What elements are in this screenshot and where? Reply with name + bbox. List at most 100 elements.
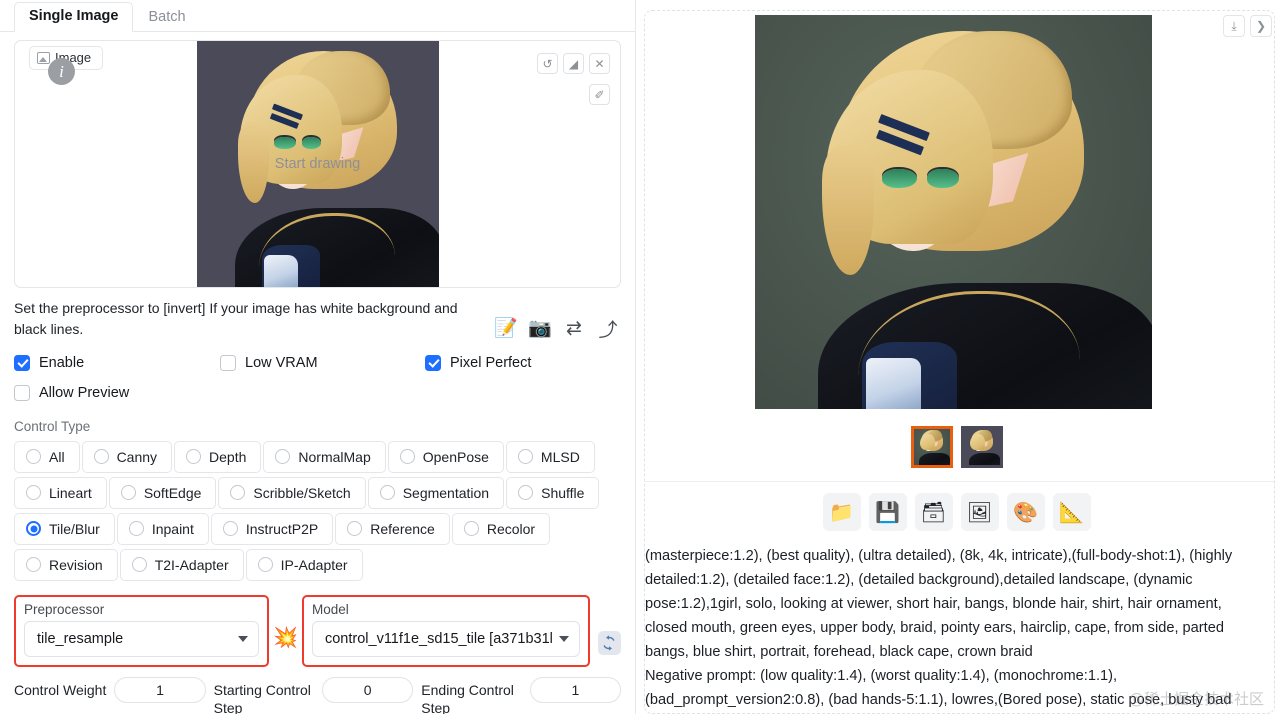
image-toolbar: ↺ ◢ ✕ [537, 53, 610, 74]
model-select[interactable]: control_v11f1e_sd15_tile [a371b31l [311, 620, 580, 657]
radio-lineart[interactable] [26, 485, 41, 501]
radio-recolor[interactable] [463, 521, 479, 537]
prompt-info-block: (masterpiece:1.2), (best quality), (ultr… [645, 544, 1268, 714]
control-weight-input[interactable]: 1 [114, 676, 206, 703]
gallery-stage [653, 15, 1253, 418]
control-type-tile-blur[interactable]: Tile/Blur [14, 512, 115, 545]
control-type-softedge[interactable]: SoftEdge [108, 476, 217, 509]
control-type-t2i-adapter[interactable]: T2I-Adapter [119, 548, 244, 581]
radio-inpaint[interactable] [128, 521, 144, 537]
control-type-ip-adapter[interactable]: IP-Adapter [245, 548, 363, 581]
ruler-icon[interactable]: 📐 [1052, 493, 1091, 531]
image-upload-area[interactable]: Image i Start drawing ↺ ◢ ✕ ✐ [14, 40, 621, 288]
radio-tile-blur[interactable] [26, 521, 41, 537]
enable-checkbox-box[interactable] [14, 354, 30, 371]
generated-image[interactable] [754, 15, 1152, 409]
tab-single-image[interactable]: Single Image [14, 2, 134, 32]
preprocessor-value: tile_resample [37, 630, 124, 647]
framed-picture-icon[interactable]: 🖼 [960, 493, 999, 531]
radio-shuffle[interactable] [518, 485, 534, 501]
controlnet-left-panel: Single Image Batch Image i Start drawing… [0, 0, 636, 714]
palette-icon[interactable]: 🎨 [1006, 493, 1045, 531]
radio-instructp2p[interactable] [222, 521, 238, 537]
radio-softedge[interactable] [120, 485, 136, 501]
preprocessor-hint: Set the preprocessor to [invert] If your… [14, 300, 458, 338]
source-image-preview[interactable]: Start drawing [196, 41, 439, 287]
control-type-all[interactable]: All [14, 440, 80, 473]
control-type-label: All [49, 448, 65, 465]
radio-ip-adapter[interactable] [257, 557, 273, 573]
control-type-label: Canny [116, 448, 158, 465]
eraser-icon[interactable]: ◢ [563, 53, 584, 74]
radio-depth[interactable] [186, 449, 202, 465]
tab-batch[interactable]: Batch [133, 3, 200, 32]
checkbox-row-secondary: Allow Preview [14, 384, 621, 401]
control-type-label: Inpaint [151, 520, 194, 537]
control-type-segmentation[interactable]: Segmentation [367, 476, 505, 509]
low-vram-label: Low VRAM [245, 354, 318, 371]
control-type-label: Recolor [486, 520, 536, 537]
radio-t2i-adapter[interactable] [131, 557, 147, 573]
next-icon[interactable]: ❯ [1250, 15, 1272, 37]
control-type-openpose[interactable]: OpenPose [387, 440, 504, 473]
control-type-scribble-sketch[interactable]: Scribble/Sketch [218, 476, 366, 509]
control-type-label: Depth [209, 448, 247, 465]
control-type-depth[interactable]: Depth [174, 440, 262, 473]
control-type-recolor[interactable]: Recolor [451, 512, 551, 545]
thumbnail-1[interactable] [960, 426, 1003, 468]
swap-icon[interactable]: ⇄ [561, 316, 587, 340]
model-value: control_v11f1e_sd15_tile [a371b31l [324, 630, 553, 647]
download-icon[interactable]: ⤓ [1223, 15, 1245, 37]
undo-icon[interactable]: ↺ [537, 53, 558, 74]
camera-icon[interactable]: 📷 [527, 316, 553, 340]
control-type-mlsd[interactable]: MLSD [505, 440, 595, 473]
gallery-divider [645, 481, 1274, 482]
pixel-perfect-checkbox-box[interactable] [425, 354, 441, 371]
control-type-inpaint[interactable]: Inpaint [116, 512, 209, 545]
control-type-canny[interactable]: Canny [81, 440, 173, 473]
starting-control-step-input[interactable]: 0 [322, 676, 414, 703]
preprocessor-select[interactable]: tile_resample [24, 620, 260, 657]
radio-mlsd[interactable] [517, 449, 533, 465]
radio-scribble-sketch[interactable] [230, 485, 246, 501]
upload-arrow-icon[interactable]: ⤴ [595, 316, 621, 341]
control-type-lineart[interactable]: Lineart [14, 476, 107, 509]
low-vram-checkbox-box[interactable] [220, 354, 236, 371]
ending-control-step-input[interactable]: 1 [529, 676, 621, 703]
info-icon[interactable]: i [48, 58, 75, 85]
control-type-label: OpenPose [422, 448, 489, 465]
preprocessor-model-row: Preprocessor tile_resample 💥 Model contr… [14, 594, 622, 667]
checkbox-allow-preview[interactable]: Allow Preview [14, 384, 129, 401]
card-file-box-icon[interactable]: 🗃 [914, 493, 953, 531]
thumbnail-0[interactable] [910, 426, 953, 468]
radio-normalmap[interactable] [275, 449, 291, 465]
explosion-icon[interactable]: 💥 [269, 625, 302, 650]
control-type-normalmap[interactable]: NormalMap [263, 440, 386, 473]
control-type-reference[interactable]: Reference [335, 512, 450, 545]
radio-openpose[interactable] [399, 449, 415, 465]
checkbox-low-vram[interactable]: Low VRAM [220, 354, 425, 371]
radio-reference[interactable] [347, 521, 363, 537]
save-icon[interactable]: 💾 [868, 493, 907, 531]
refresh-glyph [603, 634, 616, 651]
checkbox-pixel-perfect[interactable]: Pixel Perfect [425, 354, 531, 371]
control-type-shuffle[interactable]: Shuffle [506, 476, 600, 509]
model-group: Model control_v11f1e_sd15_tile [a371b31l [301, 594, 590, 667]
radio-segmentation[interactable] [379, 485, 395, 501]
checkbox-row-primary: Enable Low VRAM Pixel Perfect [14, 354, 621, 371]
checkbox-enable[interactable]: Enable [14, 354, 220, 371]
close-icon[interactable]: ✕ [589, 53, 610, 74]
folder-icon[interactable]: 📁 [822, 493, 861, 531]
chevron-down-icon [558, 635, 569, 642]
allow-preview-checkbox-box[interactable] [14, 384, 30, 401]
control-type-instructp2p[interactable]: InstructP2P [210, 512, 334, 545]
radio-revision[interactable] [26, 557, 41, 573]
edit-note-icon[interactable]: 📝 [493, 316, 519, 340]
refresh-icon[interactable] [597, 630, 622, 655]
control-type-revision[interactable]: Revision [14, 548, 118, 581]
control-type-label: Reference [370, 520, 435, 537]
radio-canny[interactable] [93, 449, 109, 465]
pen-icon[interactable]: ✐ [589, 84, 610, 105]
thumbnail-strip [645, 426, 1268, 468]
radio-all[interactable] [26, 449, 41, 465]
